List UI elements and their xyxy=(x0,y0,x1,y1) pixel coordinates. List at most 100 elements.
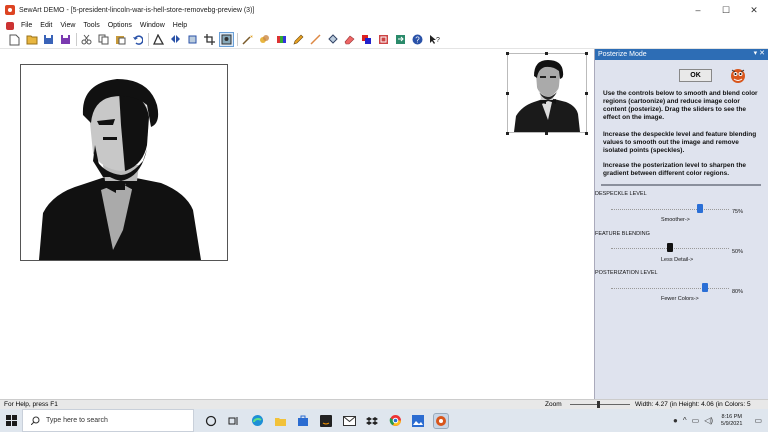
chrome-icon[interactable] xyxy=(388,414,402,428)
close-button[interactable]: ✕ xyxy=(740,0,768,20)
menu-help[interactable]: Help xyxy=(169,22,191,29)
posterize-panel: Posterize Mode ▾ ✕ OK Use the controls b… xyxy=(594,49,768,399)
feature-blending-slider-thumb[interactable] xyxy=(667,243,673,252)
panel-controls[interactable]: ▾ ✕ xyxy=(754,49,765,57)
zoom-slider-thumb[interactable] xyxy=(597,401,600,408)
instructions-paragraph: Use the controls below to smooth and ble… xyxy=(603,90,758,121)
window-controls: – ☐ ✕ xyxy=(684,0,768,20)
panel-divider xyxy=(601,184,761,186)
magic-wand-icon[interactable] xyxy=(241,33,254,46)
menu-tools[interactable]: Tools xyxy=(79,22,103,29)
despeckle-label: DESPECKLE LEVEL xyxy=(595,191,647,197)
image-canvas[interactable] xyxy=(0,49,594,399)
color-merge-icon[interactable] xyxy=(258,33,271,46)
posterization-value: 80% xyxy=(732,289,744,295)
document-icon[interactable] xyxy=(6,21,14,30)
search-placeholder: Type here to search xyxy=(46,417,108,424)
image-dimensions: Width: 4.27 (in Height: 4.06 (in Colors:… xyxy=(635,401,751,408)
line-icon[interactable] xyxy=(309,33,322,46)
context-help-icon[interactable]: ? xyxy=(428,33,441,46)
despeckle-hint: Smoother-> xyxy=(661,217,690,223)
task-view-icon[interactable] xyxy=(227,414,241,428)
thumbnail-resize-handle[interactable] xyxy=(585,132,588,135)
svg-text:?: ? xyxy=(436,37,440,44)
network-icon[interactable]: ▭ xyxy=(692,416,700,425)
thumbnail-resize-handle[interactable] xyxy=(506,92,509,95)
fill-icon[interactable] xyxy=(326,33,339,46)
people-icon[interactable]: ● xyxy=(673,416,678,425)
thumbnail-resize-handle[interactable] xyxy=(585,52,588,55)
windows-logo-icon xyxy=(5,415,17,426)
maximize-button[interactable]: ☐ xyxy=(712,0,740,20)
menu-options[interactable]: Options xyxy=(104,22,136,29)
posterized-image[interactable] xyxy=(20,64,228,261)
cortana-icon[interactable] xyxy=(204,414,218,428)
flip-icon[interactable] xyxy=(169,33,182,46)
feature-blending-hint: Less Detail-> xyxy=(661,257,694,263)
save-as-icon[interactable] xyxy=(59,33,72,46)
pinned-apps xyxy=(204,412,457,429)
file-explorer-icon[interactable] xyxy=(273,414,287,428)
mascot-help-icon[interactable] xyxy=(729,66,747,84)
volume-icon[interactable]: ◁) xyxy=(704,416,713,425)
clock[interactable]: 8:16 PM 5/9/2021 xyxy=(721,414,742,428)
thumbnail-resize-handle[interactable] xyxy=(585,92,588,95)
menu-edit[interactable]: Edit xyxy=(36,22,56,29)
menu-view[interactable]: View xyxy=(56,22,79,29)
toolbar-separator xyxy=(76,33,77,46)
minimize-button[interactable]: – xyxy=(684,0,712,20)
notification-icon[interactable]: ▭ xyxy=(754,416,762,425)
store-icon[interactable] xyxy=(296,414,310,428)
clock-time: 8:16 PM xyxy=(721,413,742,420)
posterization-slider[interactable] xyxy=(611,288,729,289)
cut-icon[interactable] xyxy=(80,33,93,46)
resize-icon[interactable] xyxy=(186,33,199,46)
color-swap-icon[interactable] xyxy=(360,33,373,46)
save-icon[interactable] xyxy=(42,33,55,46)
open-folder-icon[interactable] xyxy=(25,33,38,46)
zoom-slider[interactable] xyxy=(570,404,630,405)
crop-icon[interactable] xyxy=(203,33,216,46)
toolbar-separator xyxy=(148,33,149,46)
menu-window[interactable]: Window xyxy=(136,22,169,29)
despeckle-value: 75% xyxy=(732,209,744,215)
copy-icon[interactable] xyxy=(97,33,110,46)
taskbar-search[interactable]: Type here to search xyxy=(22,409,194,432)
thumbnail-resize-handle[interactable] xyxy=(545,132,548,135)
panel-title: Posterize Mode xyxy=(598,51,647,58)
eraser-icon[interactable] xyxy=(343,33,356,46)
paste-icon[interactable] xyxy=(114,33,127,46)
thumbnail-resize-handle[interactable] xyxy=(506,52,509,55)
new-file-icon[interactable] xyxy=(8,33,21,46)
photos-icon[interactable] xyxy=(411,414,425,428)
despeckle-instructions: Increase the despeckle level and feature… xyxy=(603,131,757,154)
posterize-tool-icon[interactable] xyxy=(219,32,234,47)
thumbnail-resize-handle[interactable] xyxy=(506,132,509,135)
svg-text:?: ? xyxy=(415,36,420,45)
feature-blending-value: 50% xyxy=(732,249,744,255)
undo-icon[interactable] xyxy=(131,33,144,46)
perspective-icon[interactable] xyxy=(152,33,165,46)
thumbnail-resize-handle[interactable] xyxy=(545,52,548,55)
help-icon[interactable]: ? xyxy=(411,33,424,46)
title-bar: SewArt DEMO - [5-president-lincoln-war-i… xyxy=(0,0,768,20)
menu-file[interactable]: File xyxy=(17,22,36,29)
posterization-slider-thumb[interactable] xyxy=(702,283,709,292)
system-tray: ● ^ ▭ ◁) 8:16 PM 5/9/2021 ▭ xyxy=(668,409,762,432)
ok-button[interactable]: OK xyxy=(679,69,712,82)
despeckle-slider-thumb[interactable] xyxy=(696,204,703,213)
start-button[interactable] xyxy=(0,409,22,432)
preview-thumbnail[interactable] xyxy=(507,53,587,133)
edge-icon[interactable] xyxy=(250,414,264,428)
sewart-taskbar-icon[interactable] xyxy=(433,412,449,429)
amazon-icon[interactable] xyxy=(319,414,333,428)
despeckle-slider[interactable] xyxy=(611,209,729,210)
dropbox-icon[interactable] xyxy=(365,414,379,428)
palette-icon[interactable] xyxy=(275,33,288,46)
export-icon[interactable] xyxy=(394,33,407,46)
email-icon[interactable] xyxy=(342,414,356,428)
posterization-label: POSTERIZATION LEVEL xyxy=(595,270,658,276)
show-hidden-icons[interactable]: ^ xyxy=(683,416,687,425)
pencil-icon[interactable] xyxy=(292,33,305,46)
stitch-icon[interactable] xyxy=(377,33,390,46)
